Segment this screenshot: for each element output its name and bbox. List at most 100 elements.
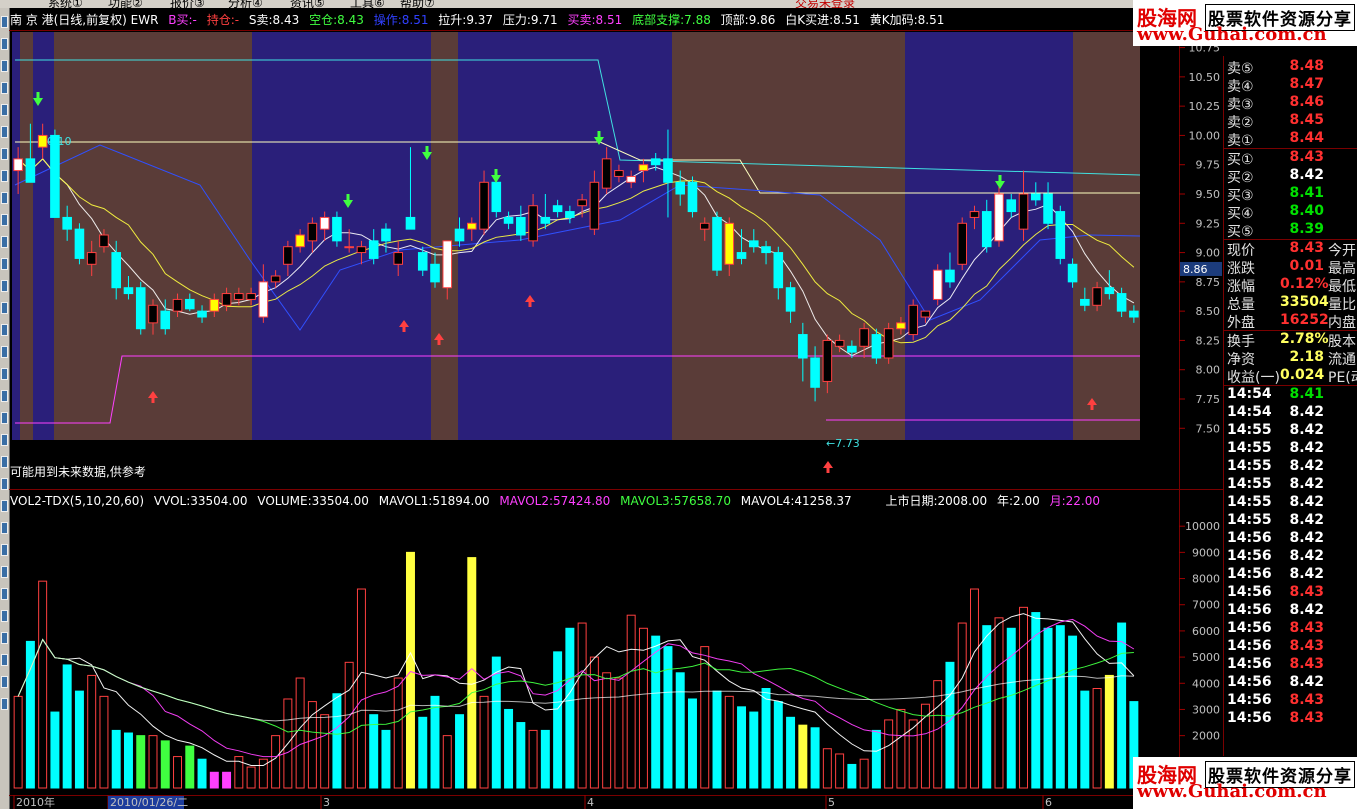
trade-price: 8.42 [1289, 566, 1324, 582]
volume-bar [884, 719, 894, 789]
trade-price: 8.43 [1289, 656, 1324, 672]
volume-bar [405, 551, 415, 789]
candle-body [957, 222, 968, 265]
volume-bar [577, 622, 587, 789]
volume-bar [626, 614, 636, 789]
candle-body [601, 158, 612, 189]
frame-line [9, 795, 1223, 796]
trade-time: 14:55 [1227, 512, 1272, 528]
volume-bar [1006, 627, 1016, 789]
trade-row: 14:56 8.43 [1224, 584, 1357, 602]
stat-row: 换手 2.78% 股本 [1224, 331, 1357, 350]
row-value: 0.01 [1289, 258, 1324, 274]
volume-tick-label: 5000 [1192, 651, 1220, 664]
kline-chart[interactable]: 10.10←7.73 10.7510.5010.2510.009.759.509… [0, 0, 1223, 809]
candle-body [491, 181, 502, 213]
candle-body [50, 134, 60, 218]
logo-url: www.Guhai.com.cn [1137, 24, 1327, 45]
candle-body [663, 158, 673, 183]
volume-bar [344, 661, 354, 789]
trade-price: 8.42 [1289, 602, 1324, 618]
volume-bar [123, 732, 133, 789]
candle-body [319, 216, 330, 230]
date-tick-label: 5 [828, 796, 835, 809]
price-tick-label: 8.50 [1196, 305, 1221, 318]
logo-url: www.Guhai.com.cn [1137, 781, 1327, 802]
trade-row: 14:56 8.43 [1224, 638, 1357, 656]
row-label: 卖① [1227, 133, 1254, 149]
trade-time: 14:55 [1227, 440, 1272, 456]
candle-body [442, 240, 453, 289]
trade-price: 8.43 [1289, 710, 1324, 726]
volume-bar [271, 735, 281, 789]
trade-price: 8.42 [1289, 548, 1324, 564]
row-label: 现价 [1227, 243, 1255, 259]
ask-row: 卖② 8.45 [1224, 112, 1357, 131]
volume-tick-label: 10000 [1185, 520, 1220, 533]
mavol1-value: MAVOL1:51894.00 [378, 494, 490, 508]
trade-time: 14:56 [1227, 584, 1272, 600]
trade-time: 14:56 [1227, 530, 1272, 546]
volume-bar [614, 677, 624, 789]
volume-bar [442, 735, 452, 789]
row-value: 8.46 [1289, 94, 1324, 110]
signal-band [458, 32, 672, 440]
trade-time: 14:55 [1227, 458, 1272, 474]
volume-bar [1117, 622, 1127, 789]
price-tick-label: 9.00 [1196, 247, 1221, 260]
volume-bar [737, 706, 747, 789]
candle-body [503, 216, 514, 224]
candle-body [748, 240, 759, 248]
row-label: 涨幅 [1227, 279, 1255, 295]
candle-body [1080, 298, 1090, 306]
bid-row: 买⑤ 8.39 [1224, 221, 1357, 240]
volume-tick-label: 8000 [1192, 573, 1220, 586]
volume-bar [1055, 625, 1065, 789]
candle-body [920, 310, 931, 318]
candle-body [736, 252, 747, 259]
volume-bar [393, 677, 403, 789]
price-tick-label: 8.25 [1196, 334, 1221, 347]
trade-row: 14:55 8.42 [1224, 458, 1357, 476]
trade-time: 14:55 [1227, 494, 1272, 510]
volume-bar [822, 748, 832, 789]
volume-bar [700, 646, 710, 789]
volume-bar [136, 735, 146, 789]
candle-body [356, 246, 367, 254]
volume-bars [13, 551, 1139, 789]
row-label: 买⑤ [1227, 224, 1254, 240]
candle-body [994, 193, 1004, 242]
trade-row: 14:55 8.42 [1224, 440, 1357, 458]
candle-body [981, 211, 992, 248]
volume-bar [418, 716, 428, 789]
trade-row: 14:55 8.42 [1224, 512, 1357, 530]
trade-price: 8.42 [1289, 404, 1324, 420]
trade-row: 14:56 8.43 [1224, 710, 1357, 728]
date-tick-label: 6 [1045, 796, 1052, 809]
volume-bar [504, 708, 514, 789]
trade-time: 14:56 [1227, 674, 1272, 690]
price-tick-label: 9.75 [1196, 159, 1221, 172]
stat-row: 净资 2.18 流通 [1224, 349, 1357, 368]
candle-body [675, 181, 686, 195]
candle-body [417, 252, 428, 271]
row-value: 2.18 [1289, 349, 1324, 365]
trade-time: 14:54 [1227, 386, 1272, 402]
trade-row: 14:55 8.42 [1224, 422, 1357, 440]
row-value: 8.39 [1289, 221, 1324, 237]
volume-bar [99, 695, 109, 789]
frame-line [1179, 30, 1180, 795]
volume-tick-label: 7000 [1192, 599, 1220, 612]
trade-time: 14:56 [1227, 710, 1272, 726]
candle-body [969, 211, 980, 218]
volume-bar [896, 708, 906, 789]
candle-body [565, 211, 575, 218]
volume-tick-label: 9000 [1192, 546, 1220, 559]
row-label: 卖⑤ [1227, 61, 1254, 77]
volume-bar [528, 729, 538, 789]
volume-bar [467, 557, 477, 789]
price-tick-label: 10.25 [1189, 100, 1221, 113]
candle-body [626, 175, 636, 183]
candle-body [25, 158, 36, 183]
volume-bar [810, 727, 820, 789]
